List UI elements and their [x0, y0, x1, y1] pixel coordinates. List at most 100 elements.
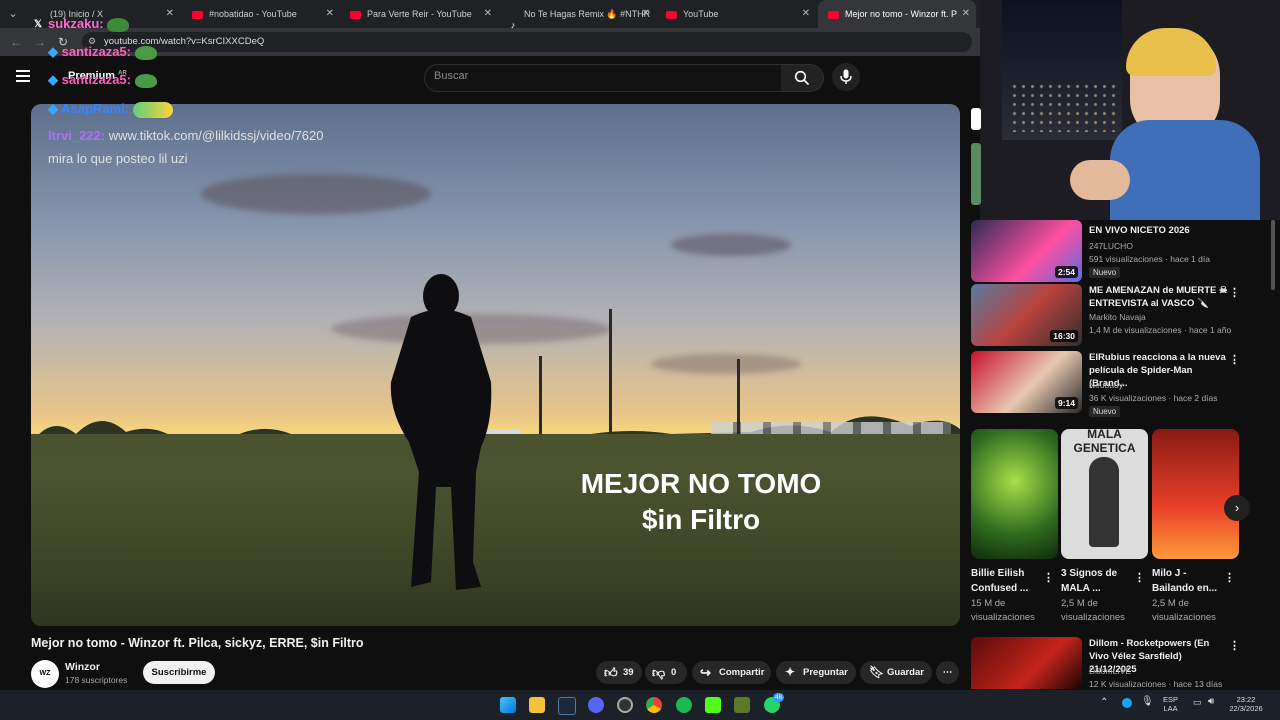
tab-tiktok[interactable]: ♪ No Te Hagas Remix 🔥 #NTHR ✕ [498, 0, 656, 28]
video-thumbnail[interactable] [971, 637, 1082, 689]
tab-youtube[interactable]: YouTube ✕ [656, 0, 816, 28]
duration-badge: 2:54 [1054, 266, 1078, 278]
video-thumbnail[interactable]: 2:54 [971, 220, 1082, 282]
close-icon[interactable]: ✕ [802, 0, 810, 28]
chat-user: santizaza5: [61, 44, 131, 59]
tab-para-verte-reir[interactable]: Para Verte Reir - YouTube ✕ [340, 0, 498, 28]
video-player[interactable]: MEJOR NO TOMO $in Filtro [31, 104, 960, 626]
search-input[interactable] [424, 64, 782, 92]
app-icon[interactable] [734, 697, 750, 713]
close-icon[interactable]: ✕ [484, 0, 492, 28]
short-thumbnail[interactable] [971, 429, 1058, 559]
thumb-edge [971, 143, 981, 205]
video-title[interactable]: ME AMENAZAN de MUERTE ☠ ENTREVISTA al VA… [1089, 284, 1229, 310]
share-label: Compartir [719, 667, 765, 678]
volume-icon[interactable]: 🔊︎ [1208, 697, 1214, 707]
share-button[interactable]: ↪ Compartir [692, 661, 771, 684]
short-title[interactable]: 3 Signos de MALA ... [1061, 566, 1131, 596]
city-lights [1010, 82, 1120, 132]
hands [1070, 160, 1130, 200]
share-icon: ↪ [700, 665, 711, 680]
discord-icon[interactable] [588, 697, 604, 713]
tab-mejor-no-tomo[interactable]: Mejor no tomo - Winzor ft. Pilc ✕ [818, 0, 976, 28]
short-title[interactable]: Milo J - Bailando en... [1152, 566, 1222, 596]
tray-app-icon[interactable] [1122, 698, 1132, 708]
more-options-icon[interactable]: ⋮ [1224, 571, 1235, 584]
search-button[interactable] [781, 64, 824, 92]
video-meta: 591 visualizaciones · hace 1 día [1089, 254, 1210, 264]
voice-search-button[interactable] [832, 63, 860, 91]
video-thumbnail[interactable]: 9:14 [971, 351, 1082, 413]
new-badge: Nuevo [1089, 267, 1121, 278]
bookmark-icon: 🔖︎ [869, 665, 885, 679]
clock[interactable]: 23:22 22/3/2026 [1226, 695, 1266, 713]
kick-icon[interactable] [705, 697, 721, 713]
more-options-icon[interactable]: ⋮ [1229, 353, 1240, 366]
short-figure [1089, 457, 1119, 547]
sidebar-video[interactable]: 9:14 ElRubius reacciona a la nueva pelíc… [971, 351, 1271, 417]
video-channel[interactable]: Neubady [1089, 380, 1123, 390]
tab-label: #nobatidao - YouTube [209, 9, 297, 19]
short-thumb-text: MALA GENETICA [1073, 429, 1136, 455]
video-channel[interactable]: Markito Navaja [1089, 312, 1146, 322]
like-button[interactable]: 👍︎ 39 [596, 661, 642, 684]
tab-label: YouTube [683, 9, 719, 19]
more-options-icon[interactable]: ⋮ [1043, 571, 1054, 584]
ask-button[interactable]: ✦ Preguntar [776, 661, 856, 684]
sidebar-scrollbar[interactable] [1271, 220, 1275, 290]
short-title[interactable]: Billie Eilish Confused ... [971, 566, 1041, 596]
file-explorer-icon[interactable] [529, 697, 545, 713]
new-badge: Nuevo [1089, 406, 1121, 417]
chat-line: ◆ santizaza5: [48, 44, 157, 60]
video-thumbnail[interactable]: 16:30 [971, 284, 1082, 346]
video-meta: 1,4 M de visualizaciones · hace 1 año [1089, 325, 1232, 335]
close-icon[interactable]: ✕ [166, 0, 174, 28]
more-options-icon[interactable]: ⋮ [1229, 286, 1240, 299]
close-icon[interactable]: ✕ [642, 0, 650, 28]
save-button[interactable]: 🔖︎ Guardar [860, 661, 932, 684]
obs-icon[interactable] [617, 697, 633, 713]
taskbar [0, 690, 1280, 720]
sidebar-video[interactable]: 16:30 ME AMENAZAN de MUERTE ☠ ENTREVISTA… [971, 284, 1271, 346]
steam-icon[interactable] [558, 697, 576, 715]
microphone-icon[interactable]: 🎙︎ [1141, 697, 1154, 707]
close-icon[interactable]: ✕ [326, 0, 334, 28]
back-arrow-icon[interactable]: ← [10, 35, 22, 49]
windows-start-icon[interactable] [500, 697, 516, 713]
spotify-icon[interactable] [676, 697, 692, 713]
tab-search-chevron-icon[interactable]: ⌄ [4, 5, 22, 23]
short-views: 2,5 M de visualizaciones [1061, 598, 1125, 623]
whatsapp-badge: 46 [773, 693, 785, 702]
lang-line-1: ESP [1163, 695, 1179, 704]
network-icon[interactable]: ▭ [1193, 698, 1202, 707]
channel-name[interactable]: Winzor [65, 661, 100, 673]
menu-icon[interactable] [16, 70, 30, 85]
emote-icon [132, 101, 173, 118]
subscribe-button[interactable]: Suscribirme [143, 661, 215, 684]
duration-badge: 9:14 [1054, 397, 1078, 409]
tab-nobatidao[interactable]: #nobatidao - YouTube ✕ [182, 0, 340, 28]
video-channel[interactable]: 247LUCHO [1089, 241, 1133, 251]
browser-tab-strip: ⌄ 𝕏(19) Inicio / X ✕ #nobatidao - YouTube… [0, 0, 980, 28]
dislike-button[interactable]: 👎︎ 0 [645, 661, 687, 684]
chat-message: www.tiktok.com/@lilkidssj/video/7620 [108, 128, 324, 143]
more-actions-button[interactable]: ⋯ [936, 661, 959, 684]
more-options-icon[interactable]: ⋮ [1134, 571, 1145, 584]
sidebar-video[interactable]: Dillom - Rocketpowers (En Vivo Vélez Sar… [971, 637, 1271, 689]
more-options-icon[interactable]: ⋮ [1229, 639, 1240, 652]
close-icon[interactable]: ✕ [962, 0, 970, 28]
light-pole [737, 359, 740, 439]
video-channel[interactable]: DillomLIVE [1089, 666, 1131, 676]
forward-arrow-icon[interactable]: → [34, 35, 46, 49]
short-thumbnail[interactable]: MALA GENETICA [1061, 429, 1148, 559]
video-title[interactable]: EN VIVO NICETO 2026 [1089, 224, 1229, 237]
chrome-icon[interactable] [646, 697, 662, 713]
chat-message: mira lo que posteo lil uzi [48, 151, 188, 166]
chevron-up-icon[interactable]: ⌃ [1100, 698, 1108, 708]
sidebar-video[interactable]: 2:54 EN VIVO NICETO 2026 247LUCHO 591 vi… [971, 220, 1271, 284]
language-indicator[interactable]: ESP LAA [1163, 695, 1178, 713]
chevron-right-icon[interactable]: › [1224, 495, 1250, 521]
channel-avatar[interactable]: WZ [31, 660, 59, 688]
frog-emote-icon [107, 17, 130, 32]
short-thumbnail[interactable] [1152, 429, 1239, 559]
